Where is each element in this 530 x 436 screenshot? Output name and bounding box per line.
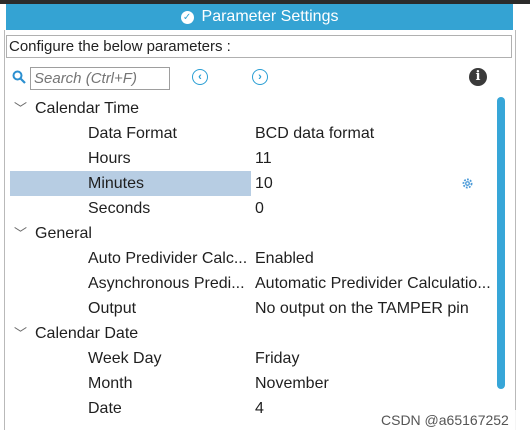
param-value[interactable]: Friday [255,346,495,371]
param-value[interactable]: Enabled [255,246,495,271]
toolbar: ‹ › i [6,64,512,94]
param-value[interactable]: BCD data format [255,121,495,146]
param-row[interactable]: Week Day Friday [6,346,496,371]
param-row[interactable]: Auto Predivider Calc... Enabled [6,246,496,271]
chevron-down-icon[interactable]: ﹀ [14,321,28,346]
group-calendar-date[interactable]: ﹀ Calendar Date [6,321,496,346]
watermark-text: CSDN @a65167252 [381,412,509,428]
param-value[interactable]: 0 [255,196,495,221]
group-general[interactable]: ﹀ General [6,221,496,246]
param-name: Month [88,375,133,392]
param-name: Output [88,300,137,317]
search-icon[interactable] [12,70,26,84]
group-label: General [35,225,92,242]
parameter-tree: ﹀ Calendar Time Data Format BCD data for… [6,96,496,421]
next-match-button[interactable]: › [252,69,268,85]
param-row[interactable]: Seconds 0 [6,196,496,221]
param-name: Date [88,400,122,417]
param-row[interactable]: Output No output on the TAMPER pin [6,296,496,321]
chevron-down-icon[interactable]: ﹀ [14,221,28,246]
param-value[interactable]: 10 [255,171,495,196]
param-row[interactable]: Asynchronous Predi... Automatic Predivid… [6,271,496,296]
param-value[interactable]: 11 [255,146,495,171]
param-value[interactable]: No output on the TAMPER pin [255,296,495,321]
panel-header: ✓ Parameter Settings [6,4,513,30]
param-value[interactable]: November [255,371,495,396]
configure-label: Configure the below parameters : [6,35,512,58]
param-name: Seconds [88,200,151,217]
param-name: Week Day [88,350,162,367]
search-input[interactable] [30,67,170,90]
param-name: Hours [88,150,131,167]
param-name: Auto Predivider Calc... [88,250,248,267]
param-name: Asynchronous Predi... [88,275,245,292]
param-row[interactable]: Data Format BCD data format [6,121,496,146]
panel-title: Parameter Settings [201,8,339,25]
group-label: Calendar Time [35,100,140,117]
param-row-selected[interactable]: Minutes 10 [6,171,496,196]
param-name: Minutes [88,175,145,192]
previous-match-button[interactable]: ‹ [192,69,208,85]
vertical-scrollbar[interactable] [497,97,505,389]
param-value[interactable]: Automatic Predivider Calculatio... [255,271,495,296]
param-name: Data Format [88,125,177,142]
group-label: Calendar Date [35,325,139,342]
gear-icon[interactable] [461,177,474,190]
check-circle-icon: ✓ [180,10,194,24]
chevron-down-icon[interactable]: ﹀ [14,96,28,121]
group-calendar-time[interactable]: ﹀ Calendar Time [6,96,496,121]
param-row[interactable]: Month November [6,371,496,396]
info-icon[interactable]: i [469,68,487,86]
param-row[interactable]: Hours 11 [6,146,496,171]
